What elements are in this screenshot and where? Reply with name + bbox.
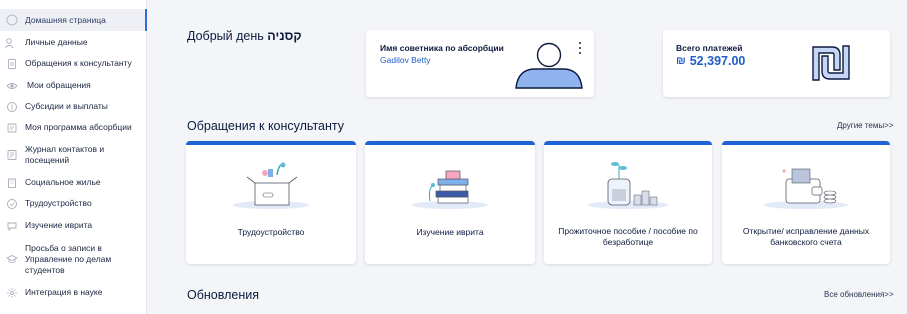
sidebar: Домашняя страница Личные данные Обращени… [0,0,147,314]
tile-accent-bar [544,141,712,145]
tile-label: Прожиточное пособие / пособие по безрабо… [558,226,698,247]
sidebar-item-label: Интеграция в науке [25,287,103,297]
shekel-icon: ₪ [676,55,686,67]
advisor-name: Gadilov Betty [380,55,431,65]
sidebar-item-label: Журнал контактов и посещений [25,144,105,165]
tile-label: Изучение иврита [416,227,484,237]
sidebar-item-social-housing[interactable]: Социальное жилье [0,176,147,189]
sidebar-item-label: Социальное жилье [25,177,101,187]
sidebar-item-label: Просьба о записи в Управление по делам с… [25,242,112,275]
sidebar-item-label: Субсидии и выплаты [25,101,108,111]
graduation-icon [6,253,18,265]
briefcase-icon [6,198,18,210]
sidebar-item-contacts-journal[interactable]: Журнал контактов и посещений [0,142,147,168]
tile-label: Трудоустройство [237,227,305,237]
atom-icon [6,287,18,299]
sidebar-item-my-requests[interactable]: Мои обращения [0,79,147,92]
sidebar-item-student-authority[interactable]: Просьба о записи в Управление по делам с… [0,241,147,277]
sidebar-item-label: Мои обращения [27,80,91,90]
sidebar-item-label: Домашняя страница [25,14,106,25]
sidebar-item-label: Изучение иврита [25,220,93,230]
sidebar-item-personal-data[interactable]: Личные данные [0,36,147,49]
tile-employment[interactable]: Трудоустройство [186,141,356,264]
sidebar-item-subsidies[interactable]: Субсидии и выплаты [0,100,147,113]
user-icon [3,37,15,49]
sidebar-item-absorption-program[interactable]: Моя программа абсорбции [0,121,147,134]
journal-icon [6,149,18,161]
sidebar-item-home[interactable]: Домашняя страница [0,9,147,31]
document-icon [6,58,18,70]
advisor-card: Имя советника по абсорбции Gadilov Betty [366,30,594,97]
coins-icon [6,101,18,113]
employment-box-icon [233,162,309,209]
tile-label: Открытие/ исправление данных банковского… [742,226,870,247]
tile-accent-bar [186,141,356,145]
tile-living-allowance[interactable]: Прожиточное пособие / пособие по безрабо… [544,141,712,264]
advisor-card-title: Имя советника по абсорбции [380,43,504,53]
list-icon [6,122,18,134]
payments-total: ₪ 52,397.00 [676,54,745,68]
money-plant-jar-icon [588,162,668,209]
sidebar-item-employment[interactable]: Трудоустройство [0,197,147,210]
eye-icon [6,80,18,92]
sidebar-item-label: Трудоустройство [25,198,92,208]
home-icon [6,14,18,26]
sidebar-item-label: Моя программа абсорбции [25,122,132,132]
greeting-text: Добрый день [187,29,268,43]
sidebar-item-label: Личные данные [25,37,88,47]
consultant-section-title: Обращения к консультанту [187,119,345,133]
all-updates-link[interactable]: Все обновления>> [824,290,894,299]
books-icon [412,170,488,209]
sidebar-item-hebrew[interactable]: Изучение иврита [0,219,147,232]
more-options-button[interactable] [575,41,585,55]
tile-bank-account[interactable]: Открытие/ исправление данных банковского… [722,141,890,264]
sidebar-item-label: Обращения к консультанту [25,58,132,68]
tile-hebrew[interactable]: Изучение иврита [365,141,535,264]
wallet-coins-icon [764,168,848,209]
payments-card: Всего платежей ₪ 52,397.00 [663,30,890,97]
sidebar-item-science-integration[interactable]: Интеграция в науке [0,286,147,299]
payments-amount: 52,397.00 [689,54,746,68]
greeting-user-name: קסניה [267,29,302,43]
sidebar-item-consultant-requests[interactable]: Обращения к консультанту [0,57,147,70]
shekel-logo-icon [812,45,850,81]
greeting: Добрый день קסניה [187,29,302,43]
other-topics-link[interactable]: Другие темы>> [837,121,893,130]
tile-accent-bar [365,141,535,145]
building-icon [6,177,18,189]
tile-accent-bar [722,141,890,145]
updates-section-title: Обновления [187,288,259,302]
chat-icon [6,220,18,232]
payments-card-title: Всего платежей [676,43,743,53]
